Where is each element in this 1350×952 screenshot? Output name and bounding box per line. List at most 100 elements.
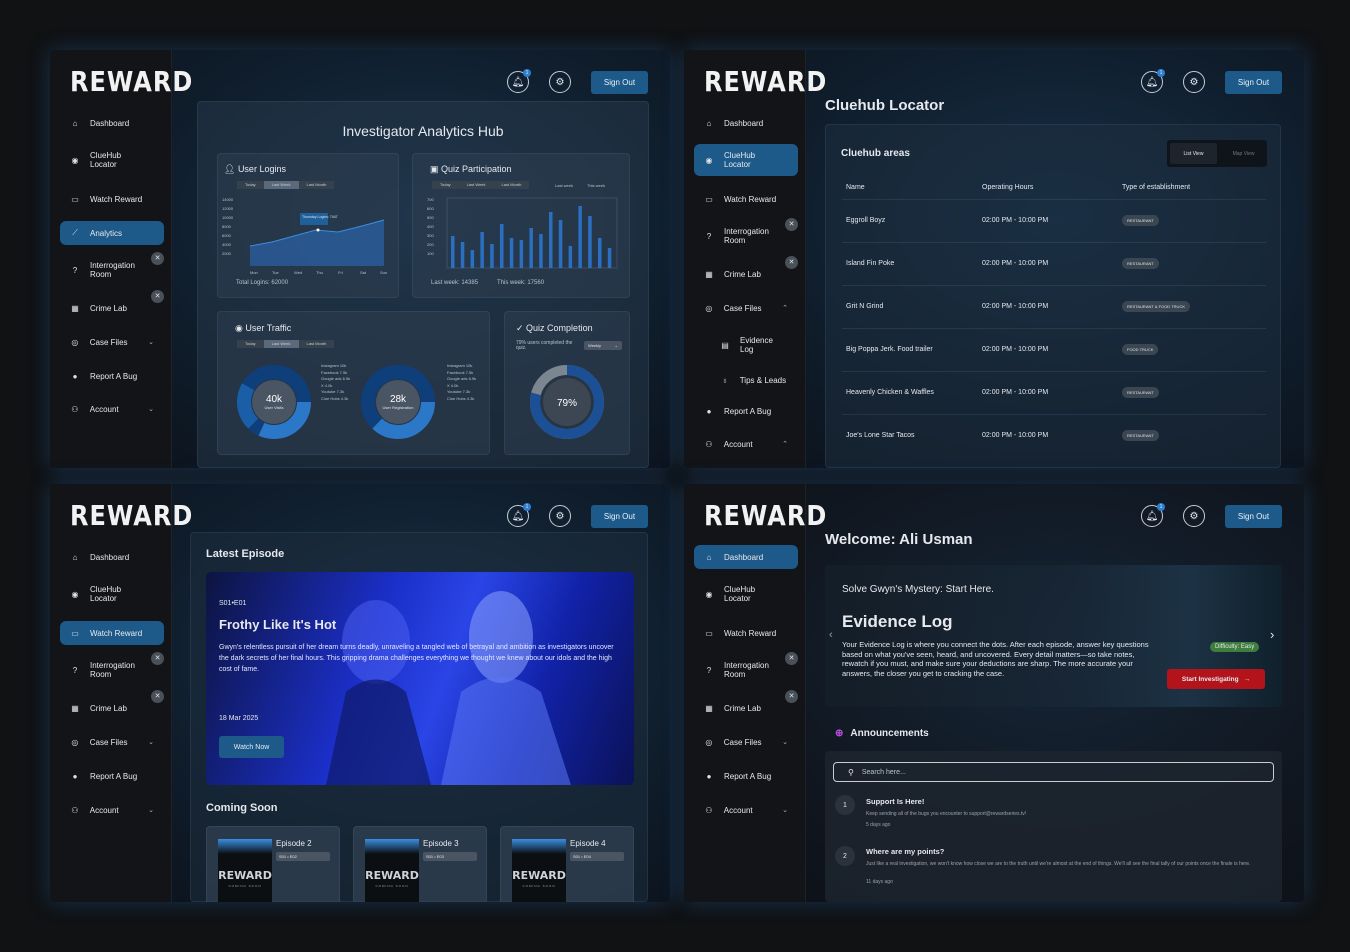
x-tick: Sat [360, 270, 367, 275]
tab-last-month[interactable]: Last Month [493, 181, 530, 189]
brand-logo: REWARD [704, 65, 828, 99]
nav-dashboard[interactable]: ⌂ Dashboard [694, 545, 798, 569]
user-icon: ⚇ [71, 404, 79, 414]
nav-dashboard[interactable]: ⌂ Dashboard [694, 111, 798, 135]
quiz-bar [480, 232, 484, 268]
nav-dashboard[interactable]: ⌂ Dashboard [60, 545, 164, 569]
question-icon: ? [72, 665, 78, 675]
nav-interrogation-room[interactable]: ? Interrogation Room ✕ [694, 218, 798, 248]
nav-watch-reward[interactable]: ▭ Watch Reward [60, 187, 164, 211]
nav-report-bug[interactable]: ● Report A Bug [694, 399, 798, 423]
tab-last-month[interactable]: Last Month [298, 181, 335, 189]
notifications-button[interactable]: 🔔︎ 1 [507, 69, 531, 93]
nav-account[interactable]: ⚇ Account ⌃ [694, 432, 798, 456]
place-name: Eggroll Boyz [846, 217, 886, 224]
page-title: Cluehub Locator [825, 97, 945, 114]
section-title: Cluehub areas [841, 148, 910, 159]
nav-dashboard[interactable]: ⌂ Dashboard [60, 111, 164, 135]
tab-today[interactable]: Today [432, 181, 459, 189]
nav-crime-lab[interactable]: ▦ Crime Lab ✕ [694, 690, 798, 720]
legend-last-week: Last week [555, 183, 574, 188]
nav-account[interactable]: ⚇ Account ⌄ [60, 397, 164, 421]
table-row[interactable]: Island Fin Poke 02:00 PM - 10:00 PM RESTAU… [842, 241, 1266, 285]
notifications-button[interactable]: 🔔︎ 1 [507, 503, 531, 527]
nav-crime-lab[interactable]: ▦ Crime Lab ✕ [60, 290, 164, 320]
traffic-range-tabs: Today Last Week Last Month [237, 340, 335, 348]
nav-report-bug[interactable]: ● Report A Bug [60, 764, 164, 788]
nav-report-bug[interactable]: ● Report A Bug [60, 364, 164, 388]
bell-icon: 🔔︎ [511, 510, 525, 522]
period-select[interactable]: Weekly ⌄ [584, 341, 622, 350]
table-row[interactable]: Heavenly Chicken & Waffles 02:00 PM - 10:… [842, 370, 1266, 414]
tab-last-month[interactable]: Last Month [298, 340, 335, 348]
bell-icon: 🔔︎ [511, 76, 525, 88]
sign-out-button[interactable]: Sign Out [1225, 71, 1282, 94]
list-view-button[interactable]: List View [1170, 143, 1217, 164]
nav-cluehub-locator[interactable]: ◉ ClueHub Locator [694, 144, 798, 176]
start-investigating-button[interactable]: Start Investigating → [1167, 669, 1265, 689]
nav-crime-lab[interactable]: ▦ Crime Lab ✕ [694, 256, 798, 286]
notifications-button[interactable]: 🔔︎ 1 [1141, 503, 1165, 527]
episode-hero[interactable]: S01•E01 Frothy Like It's Hot Gwyn's rele… [206, 572, 634, 785]
button-label: Start Investigating [1181, 675, 1239, 683]
chevron-up-icon: ⌃ [782, 305, 788, 312]
carousel-prev-button[interactable]: ‹ [829, 629, 833, 641]
nav-analytics[interactable]: ⟋ Analytics [60, 221, 164, 245]
settings-button[interactable]: ⚙ [1183, 71, 1205, 93]
nav-watch-reward[interactable]: ▭ Watch Reward [694, 621, 798, 645]
watch-now-button[interactable]: Watch Now [219, 736, 284, 758]
tab-today[interactable]: Today [237, 340, 264, 348]
nav-cluehub-locator[interactable]: ◉ ClueHub Locator [60, 148, 164, 172]
nav-case-files[interactable]: ◎ Case Files ⌄ [694, 730, 798, 754]
user-icon: ⚇ [705, 805, 713, 815]
nav-cluehub-locator[interactable]: ◉ ClueHub Locator [694, 582, 798, 606]
chart-icon: ⟋ [72, 228, 78, 237]
nav-case-files[interactable]: ◎ Case Files ⌄ [60, 330, 164, 354]
sidebar: REWARD ⌂ Dashboard ◉ ClueHub Locator ▭ Watc… [50, 50, 192, 468]
table-row[interactable]: Big Poppa Jerk. Food trailer 02:00 PM - 1… [842, 327, 1266, 371]
sidebar: REWARD ⌂ Dashboard ◉ ClueHub Locator ▭ Watc… [50, 484, 192, 902]
tab-last-week[interactable]: Last Week [458, 181, 494, 189]
nav-crime-lab[interactable]: ▦ Crime Lab ✕ [60, 690, 164, 720]
carousel-next-button[interactable]: › [1270, 627, 1274, 642]
nav-cluehub-locator[interactable]: ◉ ClueHub Locator [60, 582, 164, 606]
nav-watch-reward[interactable]: ▭ Watch Reward [60, 621, 164, 645]
nav-interrogation-room[interactable]: ? Interrogation Room ✕ [694, 652, 798, 682]
episode-card[interactable]: REWARD COMING SOON Episode 2 S01 • E02 [206, 826, 340, 902]
y-tick: 500 [427, 215, 434, 220]
nav-interrogation-room[interactable]: ? Interrogation Room ✕ [60, 252, 164, 282]
tab-last-week[interactable]: Last Week [263, 340, 299, 348]
x-axis-labels: Mon Tue Wed Thu Fri Sat Sun [250, 270, 387, 275]
tab-last-week[interactable]: Last Week [263, 181, 299, 189]
settings-button[interactable]: ⚙ [549, 71, 571, 93]
sign-out-button[interactable]: Sign Out [591, 505, 648, 528]
episode-card[interactable]: REWARD COMING SOON Episode 4 S01 • E04 [500, 826, 634, 902]
compass-icon: ◉ [705, 589, 713, 599]
tab-today[interactable]: Today [237, 181, 264, 189]
nav-account[interactable]: ⚇ Account ⌄ [694, 798, 798, 822]
table-row[interactable]: Joe's Lone Star Tacos 02:00 PM - 10:00 PM… [842, 413, 1266, 457]
table-row[interactable]: Eggroll Boyz 02:00 PM - 10:00 PM RESTAURAN… [842, 198, 1266, 242]
x-tick: Mon [250, 270, 258, 275]
episode-card-code: S01 • E02 [276, 852, 330, 861]
notifications-button[interactable]: 🔔︎ 1 [1141, 69, 1165, 93]
sign-out-button[interactable]: Sign Out [1225, 505, 1282, 528]
quiz-bar [460, 242, 465, 268]
sign-out-button[interactable]: Sign Out [591, 71, 648, 94]
map-view-button[interactable]: Map View [1220, 140, 1267, 167]
settings-button[interactable]: ⚙ [1183, 505, 1205, 527]
settings-button[interactable]: ⚙ [549, 505, 571, 527]
nav-case-files[interactable]: ◎ Case Files ⌄ [60, 730, 164, 754]
nav-report-bug[interactable]: ● Report A Bug [694, 764, 798, 788]
nav-evidence-log[interactable]: ▤ Evidence Log [710, 333, 798, 357]
quiz-participation-card: ▣ Quiz Participation Today Last Week Last … [412, 153, 630, 298]
nav-tips-leads[interactable]: ♁ Tips & Leads [710, 368, 798, 392]
nav-watch-reward[interactable]: ▭ Watch Reward [694, 187, 798, 211]
nav-case-files[interactable]: ◎ Case Files ⌃ [694, 296, 798, 320]
nav-account[interactable]: ⚇ Account ⌄ [60, 798, 164, 822]
table-row[interactable]: Grit N Grind 02:00 PM - 10:00 PM RESTAURAN… [842, 284, 1266, 328]
tooltip-text: Thursday Logins: 7447 [302, 215, 338, 219]
episode-card[interactable]: REWARD COMING SOON Episode 3 S01 • E03 [353, 826, 487, 902]
nav-interrogation-room[interactable]: ? Interrogation Room ✕ [60, 652, 164, 682]
search-input[interactable]: ⚲ Search here... [833, 762, 1274, 782]
